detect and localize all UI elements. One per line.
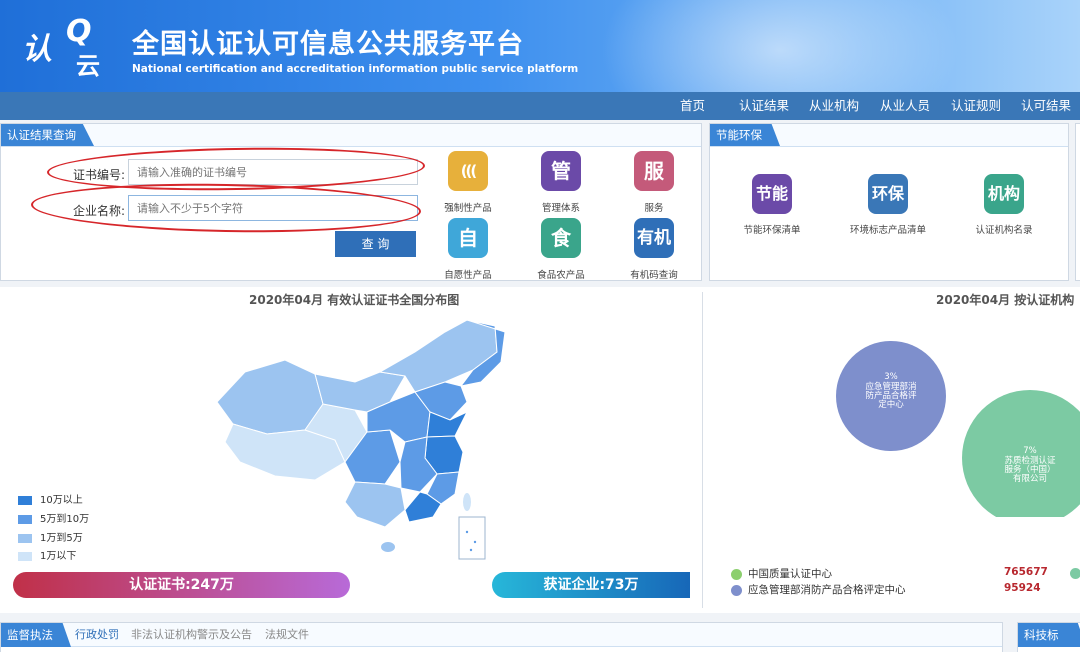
legend-label: 1万以下 bbox=[40, 551, 77, 562]
nav-home[interactable]: 首页 bbox=[680, 92, 705, 120]
tile-label-food: 食品农产品 bbox=[537, 270, 585, 281]
legend-item[interactable]: 10万以上 bbox=[18, 491, 83, 506]
org-legend-label: 应急管理部消防产品合格评定中心 bbox=[748, 584, 906, 596]
tab-tech-standards[interactable]: 科技标准 bbox=[1018, 623, 1080, 647]
ccc-icon[interactable]: ((( bbox=[448, 151, 488, 191]
logo-part-3: 云 bbox=[76, 52, 100, 80]
next-panel-edge bbox=[1075, 123, 1080, 281]
stats-area: 2020年04月 有效认证证书全国分布图 10万以上 5万到10万 1万到5万 … bbox=[0, 287, 1080, 613]
tile-label-eco-list: 环境标志产品清单 bbox=[849, 225, 926, 236]
company-count-bar: 获证企业:73万 bbox=[492, 572, 690, 598]
legend-dot bbox=[1070, 568, 1080, 579]
tab-enforcement[interactable]: 监督执法 bbox=[1, 623, 71, 647]
nav-accreditation-results[interactable]: 认可结果 bbox=[1021, 92, 1071, 120]
org-bubble-chart[interactable]: 3% 应急管理部消 防产品合格评 定中心 7% 苏质检测认证 服务（中国） 有限… bbox=[820, 327, 1080, 517]
cert-query-panel: 认证结果查询 证书编号: 企业名称: 查 询 ((( 强制性产品 管 管理体系 … bbox=[0, 123, 702, 281]
org-title: 2020年04月 按认证机构 bbox=[936, 293, 1075, 307]
china-map[interactable] bbox=[205, 312, 515, 572]
voluntary-icon[interactable]: 自 bbox=[448, 218, 488, 258]
energy-panel: 节能环保 节能 节能环保清单 环保 环境标志产品清单 机构 认证机构名录 bbox=[709, 123, 1069, 281]
org-legend-value: 95924 bbox=[1004, 582, 1041, 594]
nav-personnel[interactable]: 从业人员 bbox=[880, 92, 930, 120]
site-subtitle: National certification and accreditation… bbox=[132, 63, 579, 75]
legend-dot bbox=[731, 568, 742, 580]
bubble-pct: 3% bbox=[884, 372, 898, 382]
management-icon[interactable]: 管 bbox=[541, 151, 581, 191]
bubble-pct: 7% bbox=[1023, 446, 1037, 456]
company-name-label: 企业名称: bbox=[73, 204, 126, 218]
section-divider bbox=[702, 292, 703, 608]
nav-cert-results[interactable]: 认证结果 bbox=[739, 92, 789, 120]
tile-label-institution-list: 认证机构名录 bbox=[975, 225, 1033, 236]
bubble-name: 定中心 bbox=[878, 399, 904, 410]
food-icon[interactable]: 食 bbox=[541, 218, 581, 258]
legend-swatch bbox=[18, 533, 32, 543]
legend-dot bbox=[731, 584, 742, 596]
tab-energy[interactable]: 节能环保 bbox=[710, 124, 780, 146]
tab-cert-query[interactable]: 认证结果查询 bbox=[1, 124, 94, 146]
tile-label-management: 管理体系 bbox=[541, 203, 580, 214]
institution-icon[interactable]: 机构 bbox=[984, 174, 1024, 214]
link-illegal-institution-warning[interactable]: 非法认证机构警示及公告 bbox=[131, 623, 252, 647]
tile-label-compulsory: 强制性产品 bbox=[444, 203, 492, 214]
legend-item[interactable]: 1万到5万 bbox=[18, 529, 83, 544]
energy-saving-icon[interactable]: 节能 bbox=[752, 174, 792, 214]
site-header: 认 Q 云 全国认证认可信息公共服务平台 National certificat… bbox=[0, 0, 1080, 92]
tile-label-organic: 有机码查询 bbox=[630, 270, 678, 281]
logo-part-2: Q bbox=[66, 14, 92, 49]
tile-label-service: 服务 bbox=[644, 203, 664, 214]
map-title: 2020年04月 有效认证证书全国分布图 bbox=[249, 293, 460, 307]
link-regulations[interactable]: 法规文件 bbox=[265, 623, 309, 647]
cert-number-input[interactable] bbox=[128, 159, 418, 185]
tile-label-voluntary: 自愿性产品 bbox=[444, 270, 492, 281]
company-name-input[interactable] bbox=[128, 195, 418, 221]
panel-header bbox=[1, 124, 701, 147]
site-logo[interactable]: 认 Q 云 bbox=[18, 14, 110, 80]
legend-label: 5万到10万 bbox=[40, 514, 90, 525]
legend-label: 1万到5万 bbox=[40, 533, 83, 544]
organic-icon[interactable]: 有机 bbox=[634, 218, 674, 258]
org-legend-item[interactable]: 中国质量认证中心 bbox=[731, 566, 832, 581]
bubble-name: 有限公司 bbox=[1013, 473, 1047, 484]
query-button[interactable]: 查 询 bbox=[335, 231, 416, 257]
nav-institutions[interactable]: 从业机构 bbox=[809, 92, 859, 120]
legend-item[interactable]: 5万到10万 bbox=[18, 510, 89, 525]
org-legend-label: 中国质量认证中心 bbox=[748, 568, 832, 580]
cert-number-label: 证书编号: bbox=[73, 168, 126, 182]
environment-icon[interactable]: 环保 bbox=[868, 174, 908, 214]
enforcement-panel: 监督执法 行政处罚 非法认证机构警示及公告 法规文件 bbox=[0, 622, 1003, 652]
bubble-sgs bbox=[962, 390, 1080, 517]
header-decoration bbox=[600, 0, 960, 92]
legend-label: 10万以上 bbox=[40, 495, 83, 506]
site-title: 全国认证认可信息公共服务平台 bbox=[132, 29, 524, 60]
org-legend-item[interactable]: 应急管理部消防产品合格评定中心 bbox=[731, 582, 906, 597]
legend-swatch bbox=[18, 551, 32, 561]
cert-count-bar: 认证证书:247万 bbox=[13, 572, 350, 598]
service-icon[interactable]: 服 bbox=[634, 151, 674, 191]
legend-swatch bbox=[18, 495, 32, 505]
main-nav: 首页 认证结果 从业机构 从业人员 认证规则 认可结果 bbox=[0, 92, 1080, 120]
link-administrative-penalty[interactable]: 行政处罚 bbox=[75, 623, 119, 647]
org-legend-value: 765677 bbox=[1004, 566, 1048, 578]
nav-cert-rules[interactable]: 认证规则 bbox=[951, 92, 1001, 120]
logo-part-1: 认 bbox=[22, 32, 52, 67]
tech-standards-panel: 科技标准 bbox=[1017, 622, 1080, 652]
legend-swatch bbox=[18, 514, 32, 524]
tile-label-energy-list: 节能环保清单 bbox=[743, 225, 801, 236]
legend-item[interactable]: 1万以下 bbox=[18, 547, 76, 562]
